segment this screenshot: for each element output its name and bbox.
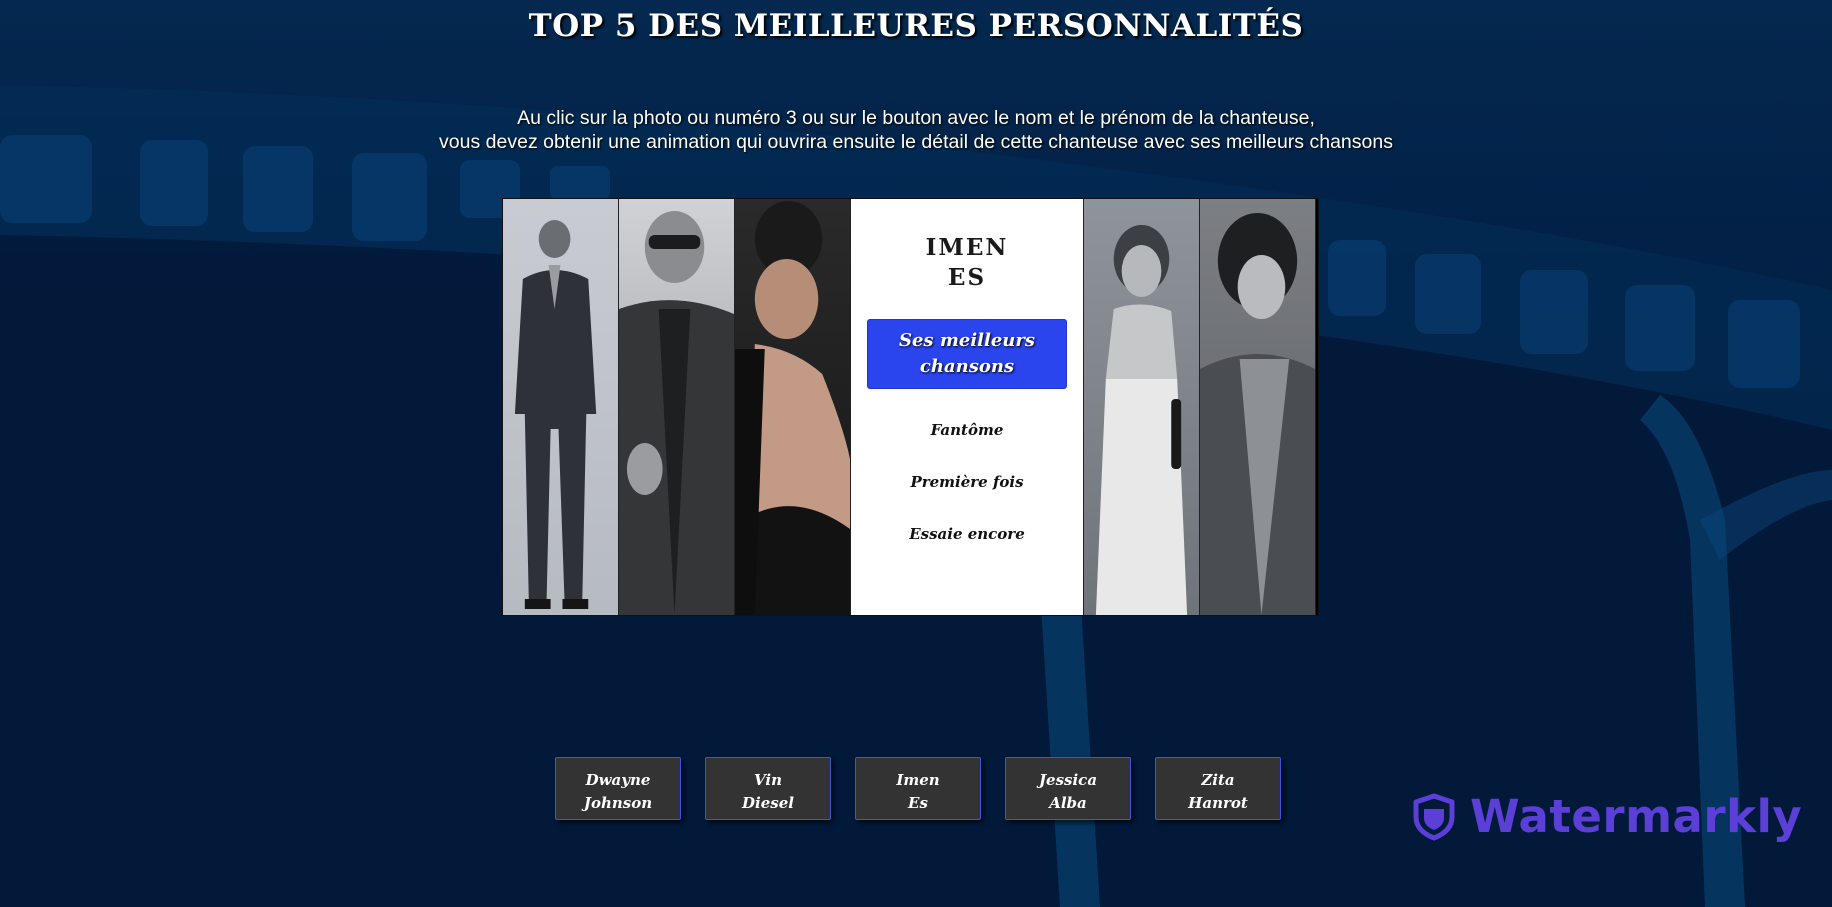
watermark-text: Watermarkly <box>1470 790 1803 843</box>
name-button-first: Imen <box>896 770 940 789</box>
photo-jessica-alba[interactable] <box>1084 199 1200 615</box>
photo-vin-diesel[interactable] <box>619 199 735 615</box>
name-button-jessica-alba[interactable]: Jessica Alba <box>1005 757 1131 820</box>
song-item[interactable]: Essaie encore <box>851 525 1083 543</box>
singer-detail-panel: IMEN ES Ses meilleurs chansons Fantôme P… <box>851 199 1084 615</box>
personality-gallery: IMEN ES Ses meilleurs chansons Fantôme P… <box>502 198 1319 616</box>
name-button-first: Vin <box>754 770 782 789</box>
name-button-last: Hanrot <box>1188 793 1248 812</box>
name-button-last: Johnson <box>583 793 653 812</box>
name-button-bar: Dwayne Johnson Vin Diesel Imen Es Jessic… <box>555 757 1281 820</box>
instruction-line-1: Au clic sur la photo ou numéro 3 ou sur … <box>517 107 1315 129</box>
name-button-dwayne-johnson[interactable]: Dwayne Johnson <box>555 757 681 820</box>
best-songs-label-line-1: Ses meilleurs <box>898 330 1036 351</box>
best-songs-button[interactable]: Ses meilleurs chansons <box>867 319 1067 389</box>
best-songs-label-line-2: chansons <box>919 356 1015 377</box>
page-title: TOP 5 DES MEILLEURES PERSONNALITÉS <box>528 8 1304 44</box>
name-button-last: Alba <box>1049 793 1087 812</box>
song-item[interactable]: Fantôme <box>851 421 1083 439</box>
instruction-text: Au clic sur la photo ou numéro 3 ou sur … <box>0 106 1832 154</box>
name-button-first: Dwayne <box>585 770 651 789</box>
name-button-zita-hanrot[interactable]: Zita Hanrot <box>1155 757 1281 820</box>
name-button-first: Jessica <box>1038 770 1098 789</box>
name-button-imen-es[interactable]: Imen Es <box>855 757 981 820</box>
instruction-line-2: vous devez obtenir une animation qui ouv… <box>439 131 1393 153</box>
name-button-last: Diesel <box>742 793 794 812</box>
song-item[interactable]: Première fois <box>851 473 1083 491</box>
singer-last-name: ES <box>947 264 987 291</box>
photo-zita-hanrot[interactable] <box>1200 199 1316 615</box>
singer-first-name: IMEN <box>925 234 1009 261</box>
watermark: Watermarkly <box>1412 790 1802 843</box>
name-button-first: Zita <box>1201 770 1235 789</box>
singer-name: IMEN ES <box>851 233 1083 293</box>
shield-icon <box>1413 793 1455 840</box>
name-button-last: Es <box>908 793 928 812</box>
photo-dwayne-johnson[interactable] <box>503 199 619 615</box>
photo-imen-es[interactable] <box>735 199 851 615</box>
name-button-vin-diesel[interactable]: Vin Diesel <box>705 757 831 820</box>
